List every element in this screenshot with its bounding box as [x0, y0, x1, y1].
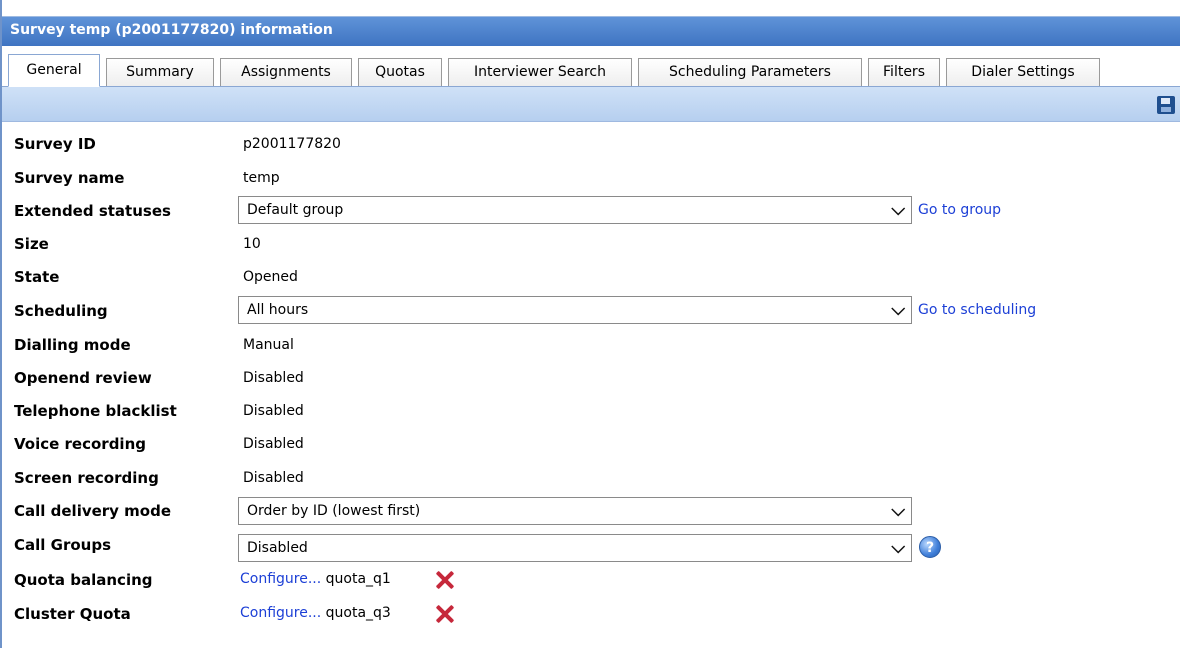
state-value: Opened — [243, 269, 298, 285]
dialling-mode-value: Manual — [243, 337, 294, 353]
tab-summary[interactable]: Summary — [106, 58, 214, 86]
tab-filters[interactable]: Filters — [868, 58, 940, 86]
voice-recording-label: Voice recording — [14, 435, 146, 453]
call-delivery-mode-select[interactable]: Order by ID (lowest first) ⌵ — [238, 497, 912, 525]
call-groups-select[interactable]: Disabled ⌵ — [238, 534, 912, 562]
size-label: Size — [14, 235, 49, 253]
extended-statuses-selected: Default group — [247, 202, 344, 218]
quota-balancing-configure-link[interactable]: Configure... — [240, 571, 326, 587]
call-delivery-mode-selected: Order by ID (lowest first) — [247, 503, 421, 519]
help-icon[interactable]: ? — [919, 536, 941, 558]
cluster-quota-configure-link[interactable]: Configure... — [240, 605, 326, 621]
survey-id-value: p2001177820 — [243, 136, 341, 152]
save-icon[interactable] — [1157, 96, 1175, 114]
chevron-down-icon: ⌵ — [891, 199, 905, 220]
scheduling-label: Scheduling — [14, 302, 108, 320]
window-title-bar: Survey temp (p2001177820) information — [2, 16, 1180, 46]
tab-dialer-settings[interactable]: Dialer Settings — [946, 58, 1100, 86]
window-title: Survey temp (p2001177820) information — [10, 22, 333, 38]
chevron-down-icon: ⌵ — [891, 299, 905, 320]
tab-assignments[interactable]: Assignments — [220, 58, 352, 86]
survey-name-label: Survey name — [14, 169, 125, 187]
openend-review-label: Openend review — [14, 369, 152, 387]
close-icon[interactable] — [434, 603, 456, 625]
quota-balancing-value: quota_q1 — [325, 571, 391, 587]
survey-name-value: temp — [243, 170, 280, 186]
extended-statuses-label: Extended statuses — [14, 202, 171, 220]
extended-statuses-select[interactable]: Default group ⌵ — [238, 196, 912, 224]
screen-recording-value: Disabled — [243, 470, 304, 486]
telephone-blacklist-label: Telephone blacklist — [14, 402, 177, 420]
call-delivery-mode-label: Call delivery mode — [14, 502, 172, 520]
tab-interviewer-search[interactable]: Interviewer Search — [448, 58, 632, 86]
voice-recording-value: Disabled — [243, 436, 304, 452]
tab-general[interactable]: General — [8, 54, 100, 87]
openend-review-value: Disabled — [243, 370, 304, 386]
tab-scheduling-parameters[interactable]: Scheduling Parameters — [638, 58, 862, 86]
call-groups-label: Call Groups — [14, 536, 111, 554]
quota-balancing-label: Quota balancing — [14, 571, 153, 589]
dialling-mode-label: Dialling mode — [14, 336, 131, 354]
survey-id-label: Survey ID — [14, 135, 96, 153]
screen-recording-label: Screen recording — [14, 469, 159, 487]
scheduling-selected: All hours — [247, 302, 309, 318]
cluster-quota-value: quota_q3 — [325, 605, 391, 621]
scheduling-select[interactable]: All hours ⌵ — [238, 296, 912, 324]
go-to-group-link[interactable]: Go to group — [918, 202, 1001, 218]
call-groups-selected: Disabled — [247, 540, 308, 556]
chevron-down-icon: ⌵ — [891, 500, 905, 521]
quota-balancing-row: Configure... quota_q1 — [240, 571, 391, 587]
state-label: State — [14, 268, 60, 286]
toolbar — [2, 87, 1180, 122]
tab-quotas[interactable]: Quotas — [358, 58, 442, 86]
cluster-quota-row: Configure... quota_q3 — [240, 605, 391, 621]
telephone-blacklist-value: Disabled — [243, 403, 304, 419]
chevron-down-icon: ⌵ — [891, 537, 905, 558]
close-icon[interactable] — [434, 569, 456, 591]
cluster-quota-label: Cluster Quota — [14, 605, 131, 623]
go-to-scheduling-link[interactable]: Go to scheduling — [918, 302, 1036, 318]
size-value: 10 — [243, 236, 261, 252]
